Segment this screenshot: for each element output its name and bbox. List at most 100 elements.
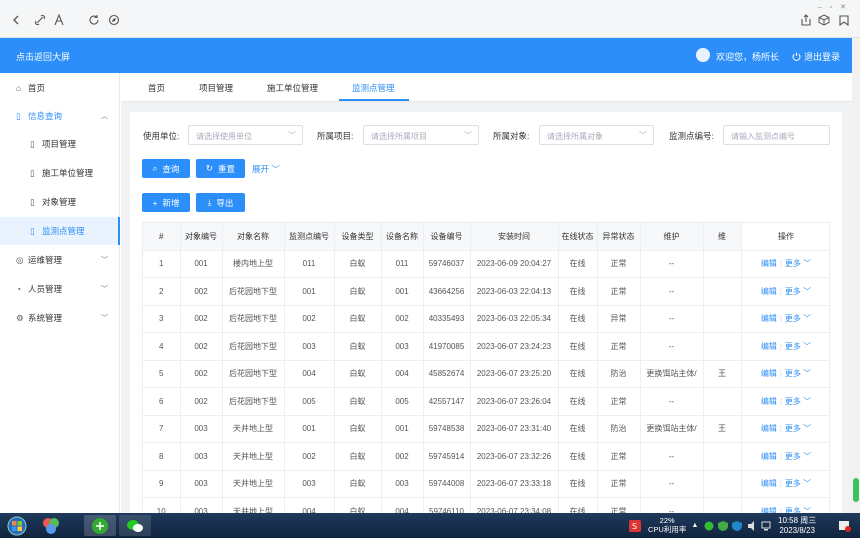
export-button[interactable]: ⤓ 导出 bbox=[196, 193, 245, 212]
tab-project-mgmt[interactable]: 项目管理 bbox=[199, 82, 233, 94]
tab-contractor-mgmt[interactable]: 施工单位管理 bbox=[267, 82, 318, 94]
table-row[interactable]: 7 003 天井地上型 001 白蚁 001 59748538 2023-06-07 23:3… bbox=[143, 415, 829, 443]
network-icon[interactable] bbox=[760, 515, 772, 536]
point-no-input[interactable]: 请输入监测点编号 bbox=[723, 125, 830, 145]
table-cell: 后花园地下型 bbox=[222, 360, 285, 388]
column-header: 在线状态 bbox=[558, 223, 598, 251]
table-cell: 002 bbox=[180, 277, 223, 306]
table-cell: 003 bbox=[180, 497, 223, 513]
table-cell: 003 bbox=[284, 332, 335, 361]
table-cell: 正常 bbox=[597, 470, 641, 498]
tray-app-icon[interactable] bbox=[703, 515, 715, 536]
chevron-down-icon: ﹀ bbox=[800, 396, 812, 406]
wechat-taskbar-icon[interactable] bbox=[119, 515, 151, 536]
sidebar-item-ops[interactable]: ◎ 运维管理 ﹀ bbox=[0, 246, 120, 274]
tray-expand-icon[interactable]: ▲ bbox=[690, 515, 700, 536]
table-cell: 在线 bbox=[558, 360, 598, 388]
table-row[interactable]: 1 001 楼内地上型 011 白蚁 011 59746037 2023-06-09 20:0… bbox=[143, 250, 829, 278]
start-button[interactable] bbox=[4, 515, 30, 536]
font-size-icon[interactable] bbox=[52, 12, 68, 28]
compass-icon[interactable] bbox=[106, 12, 122, 28]
page-scrollbar[interactable] bbox=[852, 38, 860, 513]
more-dropdown[interactable]: 更多 ﹀ bbox=[785, 287, 811, 296]
table-row[interactable]: 2 002 后花园地下型 001 白蚁 001 43664256 2023-06-03 22:… bbox=[143, 277, 829, 306]
edit-link[interactable]: 编辑 bbox=[761, 259, 777, 268]
file-icon: ▯ bbox=[30, 225, 35, 236]
back-to-dashboard-link[interactable]: 点击返回大屏 bbox=[16, 50, 70, 63]
add-button[interactable]: + 新增 bbox=[142, 193, 190, 212]
sidebar-item-contractor-mgmt[interactable]: ▯ 施工单位管理 bbox=[0, 159, 120, 187]
table-row[interactable]: 10 003 天井地上型 004 白蚁 004 59746110 2023-06-07 23:… bbox=[143, 497, 829, 513]
browser-taskbar-icon[interactable] bbox=[84, 515, 116, 536]
sidebar-item-object-mgmt[interactable]: ▯ 对象管理 bbox=[0, 188, 120, 216]
reset-button[interactable]: ↻ 重置 bbox=[196, 159, 245, 178]
notification-icon[interactable] bbox=[838, 515, 852, 536]
sidebar-item-project-mgmt[interactable]: ▯ 项目管理 bbox=[0, 130, 120, 158]
table-row[interactable]: 4 002 后花园地下型 003 白蚁 003 41970085 2023-06-07 23:… bbox=[143, 332, 829, 361]
clock-date: 2023/8/23 bbox=[779, 526, 815, 535]
edit-link[interactable]: 编辑 bbox=[761, 452, 777, 461]
sidebar-item-people[interactable]: ◔ 人员管理 ﹀ bbox=[0, 275, 120, 303]
table-row[interactable]: 6 002 后花园地下型 005 白蚁 005 42557147 2023-06-07 23:… bbox=[143, 387, 829, 416]
sidebar-item-monitor-point-mgmt[interactable]: ▯ 监测点管理 bbox=[0, 217, 120, 245]
refresh-icon[interactable] bbox=[86, 12, 102, 28]
more-label: 更多 bbox=[784, 451, 801, 461]
more-dropdown[interactable]: 更多 ﹀ bbox=[785, 479, 811, 488]
edit-link[interactable]: 编辑 bbox=[761, 342, 777, 351]
object-select[interactable]: 请选择所属对象 ﹀ bbox=[539, 125, 654, 145]
more-dropdown[interactable]: 更多 ﹀ bbox=[785, 369, 811, 378]
back-arrow-icon[interactable] bbox=[8, 12, 24, 28]
more-dropdown[interactable]: 更多 ﹀ bbox=[785, 452, 811, 461]
tab-home[interactable]: 首页 bbox=[148, 82, 165, 94]
column-header: 设备类型 bbox=[334, 223, 382, 251]
table-row[interactable]: 5 002 后花园地下型 004 白蚁 004 45852674 2023-06-07 23:… bbox=[143, 360, 829, 388]
unit-select[interactable]: 请选择使用单位 ﹀ bbox=[188, 125, 303, 145]
table-cell: 42557147 bbox=[423, 387, 471, 416]
edit-link[interactable]: 编辑 bbox=[761, 479, 777, 488]
tab-monitor-point-mgmt[interactable]: 监测点管理 bbox=[352, 82, 395, 94]
sidebar-item-system[interactable]: ⚙ 系统管理 ﹀ bbox=[0, 304, 120, 332]
divider: | bbox=[779, 451, 782, 461]
cube-icon[interactable] bbox=[816, 12, 832, 28]
tray-security-icon[interactable] bbox=[717, 515, 729, 536]
sidebar: ⌂ 首页 ▯ 信息查询 ︿ ▯ 项目管理 ▯ 施工单位管理 ▯ 对象管理 ▯ 监测点管理 ◎ 运… bbox=[0, 73, 120, 513]
volume-icon[interactable] bbox=[746, 515, 758, 536]
more-dropdown[interactable]: 更多 ﹀ bbox=[785, 342, 811, 351]
table-cell: 002 bbox=[180, 332, 223, 361]
query-button[interactable]: ⌕ 查询 bbox=[142, 159, 190, 178]
add-label: 新增 bbox=[162, 197, 180, 208]
edit-link[interactable]: 编辑 bbox=[761, 314, 777, 323]
table-row[interactable]: 9 003 天井地上型 003 白蚁 003 59744008 2023-06-07 23:3… bbox=[143, 470, 829, 498]
app-icon-colorful[interactable] bbox=[40, 515, 62, 536]
edit-link[interactable]: 编辑 bbox=[761, 397, 777, 406]
divider: | bbox=[779, 259, 782, 269]
link-icon[interactable] bbox=[32, 12, 48, 28]
more-dropdown[interactable]: 更多 ﹀ bbox=[785, 397, 811, 406]
edit-link[interactable]: 编辑 bbox=[761, 287, 777, 296]
ime-icon[interactable]: S bbox=[628, 515, 642, 536]
table-row[interactable]: 3 002 后花园地下型 002 白蚁 002 40335493 2023-06-03 22:… bbox=[143, 305, 829, 333]
more-dropdown[interactable]: 更多 ﹀ bbox=[785, 314, 811, 323]
edit-link[interactable]: 编辑 bbox=[761, 369, 777, 378]
scroll-thumb[interactable] bbox=[853, 478, 859, 502]
share-icon[interactable] bbox=[798, 12, 814, 28]
table-cell: 防治 bbox=[597, 415, 641, 443]
window-controls[interactable]: –▫✕ bbox=[818, 3, 854, 11]
bookmark-icon[interactable] bbox=[836, 12, 852, 28]
table-cell: 王 bbox=[703, 360, 742, 388]
plus-icon: + bbox=[152, 197, 158, 208]
project-select[interactable]: 请选择所属项目 ﹀ bbox=[363, 125, 479, 145]
shield-icon[interactable] bbox=[731, 515, 743, 536]
more-dropdown[interactable]: 更多 ﹀ bbox=[785, 424, 811, 433]
table-cell: 005 bbox=[381, 387, 424, 416]
sidebar-item-label: 人员管理 bbox=[28, 284, 63, 294]
edit-link[interactable]: 编辑 bbox=[761, 424, 777, 433]
system-clock[interactable]: 10:58 周三 2023/8/23 bbox=[778, 516, 816, 536]
more-dropdown[interactable]: 更多 ﹀ bbox=[785, 259, 811, 268]
logout-button[interactable]: 退出登录 bbox=[792, 50, 840, 63]
expand-toggle[interactable]: 展开 ﹀ bbox=[252, 163, 280, 175]
table-cell: -- bbox=[640, 442, 704, 471]
sidebar-item-home[interactable]: ⌂ 首页 bbox=[0, 74, 120, 102]
table-row[interactable]: 8 003 天井地上型 002 白蚁 002 59745914 2023-06-07 23:3… bbox=[143, 442, 829, 471]
sidebar-item-info-query[interactable]: ▯ 信息查询 ︿ bbox=[0, 102, 120, 130]
